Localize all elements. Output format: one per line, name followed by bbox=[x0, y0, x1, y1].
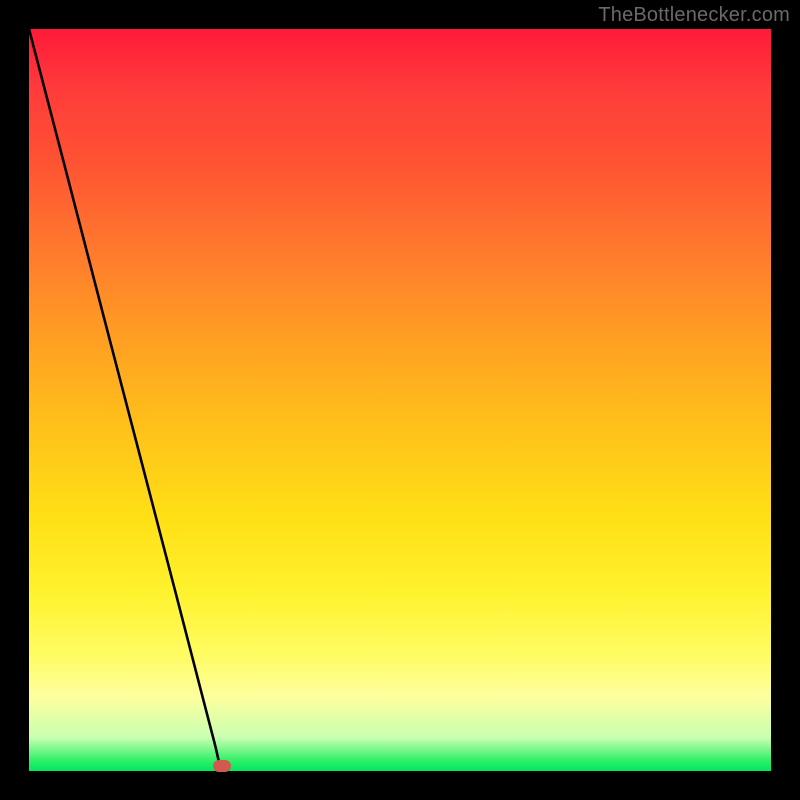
chart-frame: TheBottlenecker.com bbox=[0, 0, 800, 800]
curve-path bbox=[29, 29, 229, 771]
bottleneck-curve bbox=[29, 29, 771, 771]
plot-area bbox=[29, 29, 771, 771]
minimum-marker bbox=[213, 760, 231, 772]
attribution-label: TheBottlenecker.com bbox=[598, 4, 790, 27]
